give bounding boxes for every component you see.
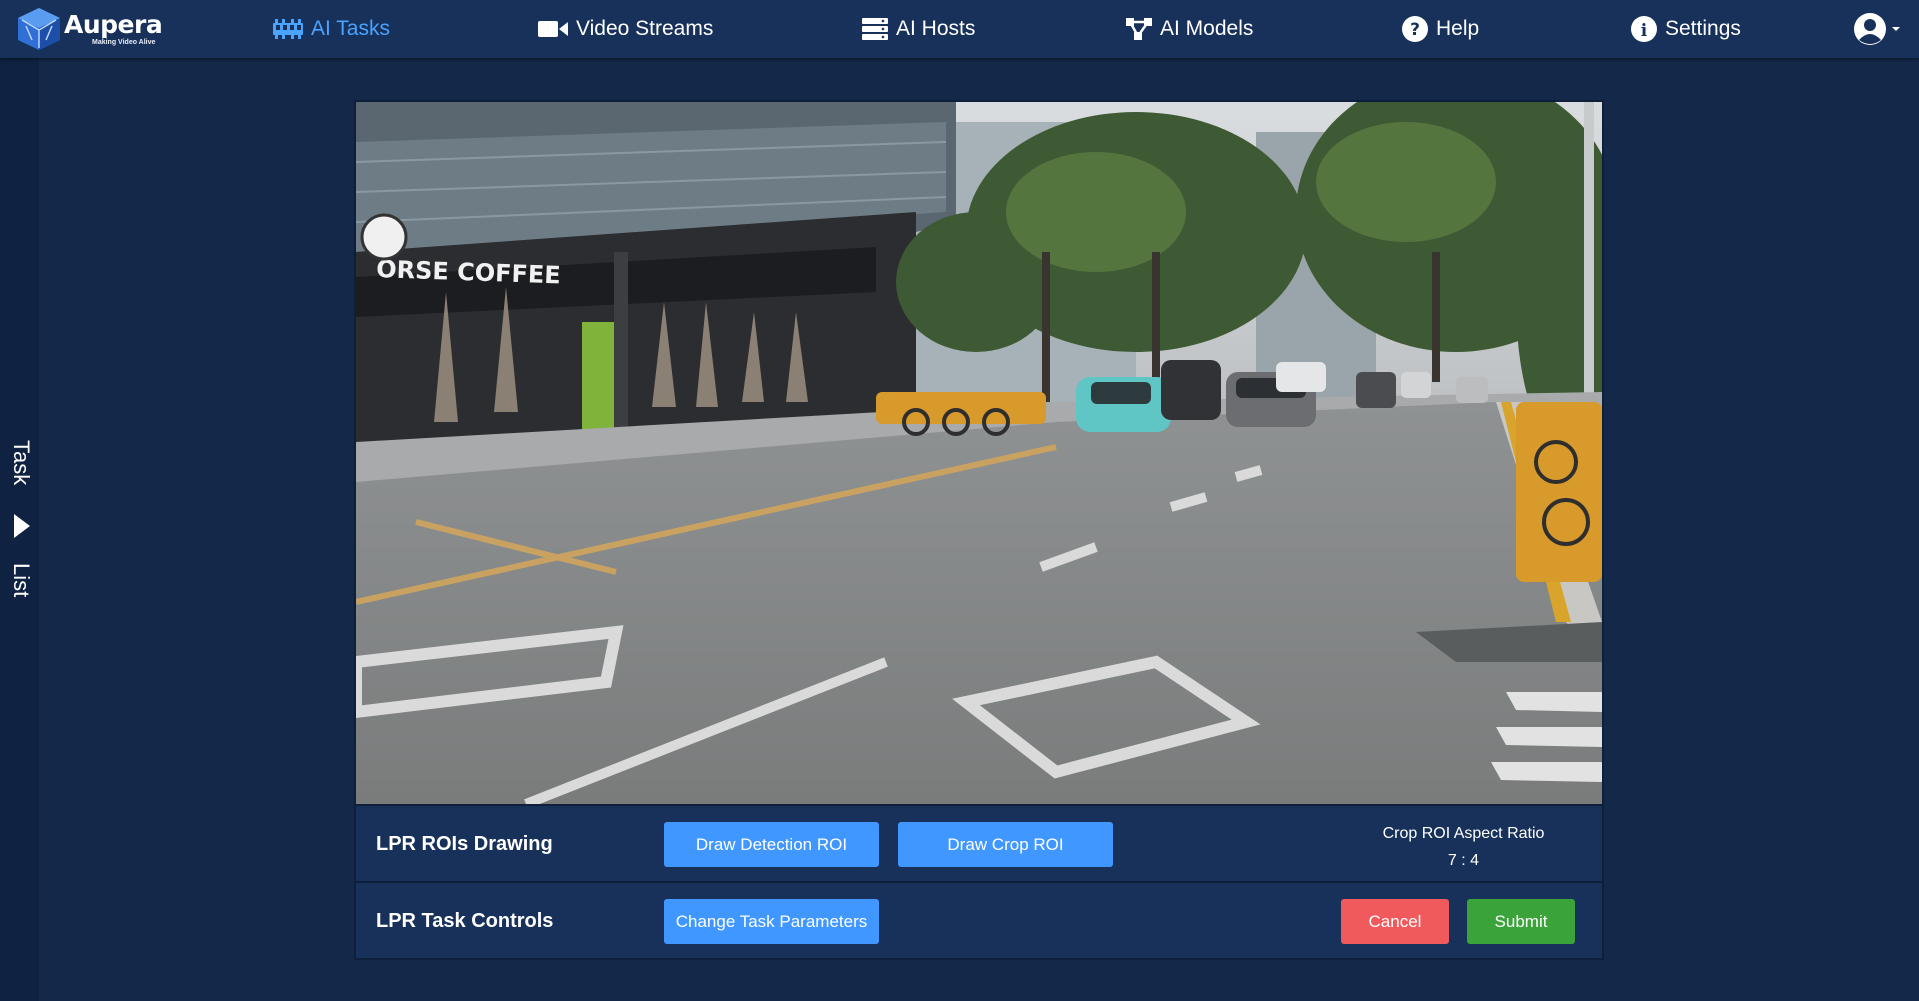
cancel-button[interactable]: Cancel [1341, 899, 1449, 944]
logo-text: Aupera Making Video Alive [64, 10, 163, 46]
submit-button[interactable]: Submit [1467, 899, 1575, 944]
logo-name: Aupera [64, 10, 163, 39]
nav-ai-hosts-label: AI Hosts [896, 17, 976, 40]
nav-ai-tasks[interactable]: AI Tasks [273, 0, 390, 58]
video-camera-icon [538, 21, 568, 37]
info-circle-icon: i [1631, 16, 1657, 42]
lpr-task-panel: ORSE COFFEE LPR ROIs Drawing Draw Detect… [354, 100, 1604, 960]
cube-logo-icon [18, 8, 60, 50]
side-tab-task-label: Task [9, 440, 34, 486]
svg-text:i: i [1641, 21, 1648, 41]
draw-detection-roi-button[interactable]: Draw Detection ROI [664, 822, 879, 867]
tasks-icon [273, 19, 303, 39]
logo-tagline: Making Video Alive [92, 39, 156, 46]
network-nodes-icon [1126, 18, 1152, 40]
change-task-parameters-button[interactable]: Change Task Parameters [664, 899, 879, 944]
nav-video-streams[interactable]: Video Streams [538, 0, 713, 58]
top-navigation-bar: Aupera Making Video Alive AI Tasks Video… [0, 0, 1919, 58]
lpr-rois-drawing-label: LPR ROIs Drawing [376, 833, 553, 855]
nav-ai-tasks-label: AI Tasks [311, 17, 390, 40]
nav-ai-models-label: AI Models [1160, 17, 1254, 40]
nav-settings[interactable]: i Settings [1631, 0, 1741, 58]
crop-roi-aspect-ratio-label: Crop ROI Aspect Ratio [1382, 825, 1545, 842]
crop-roi-aspect-ratio-value: 7 : 4 [1447, 852, 1480, 869]
task-list-drawer-toggle[interactable]: Task List [0, 58, 39, 1001]
video-preview[interactable]: ORSE COFFEE [356, 102, 1602, 804]
nav-ai-hosts[interactable]: AI Hosts [862, 0, 975, 58]
street-scene-image: ORSE COFFEE [356, 102, 1602, 804]
nav-help[interactable]: ? Help [1402, 0, 1479, 58]
nav-help-label: Help [1436, 17, 1480, 40]
svg-text:?: ? [1410, 20, 1420, 40]
user-avatar-icon [1854, 13, 1886, 45]
aupera-logo[interactable]: Aupera Making Video Alive [14, 6, 174, 52]
nav-video-streams-label: Video Streams [576, 17, 714, 40]
caret-down-icon [1892, 27, 1900, 31]
nav-settings-label: Settings [1665, 17, 1741, 40]
draw-crop-roi-button[interactable]: Draw Crop ROI [898, 822, 1113, 867]
side-tab-list-label: List [9, 563, 34, 598]
lpr-task-controls-row: LPR Task Controls Change Task Parameters… [356, 881, 1602, 958]
user-account-menu[interactable] [1853, 12, 1901, 46]
question-circle-icon: ? [1402, 16, 1428, 42]
lpr-task-controls-label: LPR Task Controls [376, 910, 554, 932]
nav-ai-models[interactable]: AI Models [1126, 0, 1253, 58]
lpr-rois-drawing-row: LPR ROIs Drawing Draw Detection ROI Draw… [356, 804, 1602, 881]
arrow-right-icon [14, 514, 30, 538]
server-icon [862, 18, 888, 40]
crop-roi-aspect-ratio: Crop ROI Aspect Ratio 7 : 4 [1356, 820, 1571, 874]
